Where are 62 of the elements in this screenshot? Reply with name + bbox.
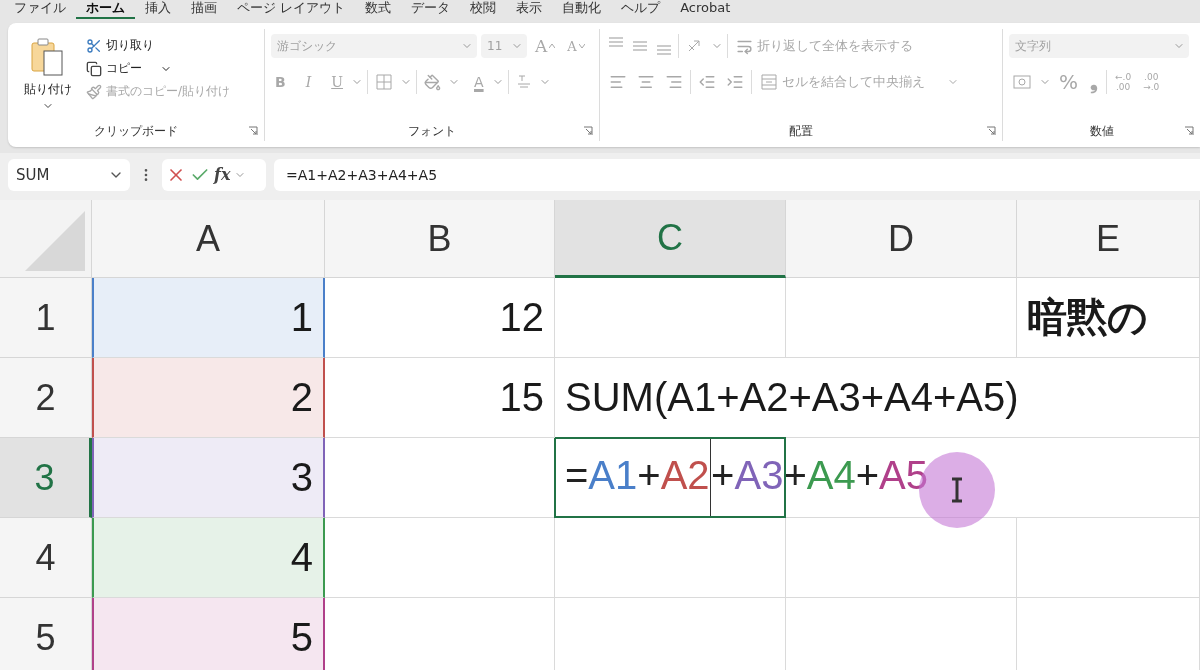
- formula-token: +: [637, 452, 661, 497]
- column-header[interactable]: E: [1017, 200, 1200, 278]
- launcher-icon[interactable]: [583, 126, 593, 136]
- menu-tab[interactable]: 校閲: [460, 0, 507, 19]
- launcher-icon[interactable]: [248, 126, 258, 136]
- caret-down-icon: [578, 44, 585, 48]
- launcher-icon[interactable]: [1184, 126, 1194, 136]
- formula-token: A3: [734, 452, 784, 497]
- name-box[interactable]: SUM: [8, 158, 130, 191]
- formula-token: A4: [806, 452, 856, 497]
- row-header[interactable]: 4: [0, 518, 92, 598]
- copy-icon: [86, 60, 102, 77]
- column-header[interactable]: A: [92, 200, 325, 278]
- formula-token: A1: [588, 452, 638, 497]
- cell-text: SUM(A1+A2+A3+A4+A5): [565, 375, 1019, 420]
- formula-token: A2: [660, 452, 710, 497]
- menu-tab[interactable]: ファイル: [4, 0, 76, 19]
- menu-tab[interactable]: 自動化: [552, 0, 612, 19]
- paste-button[interactable]: 貼り付け: [14, 31, 82, 121]
- row-header[interactable]: 1: [0, 278, 92, 358]
- group-label: 数値: [1089, 122, 1114, 140]
- group-label: フォント: [408, 122, 456, 140]
- launcher-icon[interactable]: [986, 126, 996, 136]
- menu-tab[interactable]: ページ レイアウト: [227, 0, 356, 19]
- formula-token: +: [711, 452, 735, 497]
- table-cell: 15: [325, 358, 555, 438]
- table-cell: 暗黙の: [1017, 278, 1200, 358]
- column-header[interactable]: B: [325, 200, 555, 278]
- merge-cells-icon: [760, 73, 778, 91]
- scissors-icon: [86, 37, 102, 54]
- group-label: クリップボード: [94, 122, 178, 140]
- table-cell: 5: [92, 598, 325, 670]
- menu-tab[interactable]: ヘルプ: [611, 0, 671, 19]
- table-cell: 1: [92, 278, 325, 358]
- formula-token: A5: [879, 452, 928, 497]
- menu-tab[interactable]: 挿入: [135, 0, 181, 19]
- table-cell: 4: [92, 518, 325, 598]
- table-cell: 3: [92, 438, 325, 518]
- formula-token: +: [855, 452, 880, 497]
- row-header[interactable]: 3: [0, 438, 92, 518]
- select-all-corner[interactable]: [0, 200, 92, 278]
- column-header[interactable]: D: [786, 200, 1017, 278]
- formula-token: =: [565, 452, 589, 497]
- insert-function-button[interactable]: fx: [214, 165, 231, 184]
- group-label: 配置: [789, 122, 813, 140]
- paintbrush-icon: [86, 83, 102, 100]
- caret-up-icon: [549, 44, 556, 48]
- menu-tab[interactable]: 描画: [181, 0, 227, 19]
- table-cell: 12: [325, 278, 555, 358]
- menu-tab[interactable]: 表示: [506, 0, 553, 19]
- text-cursor-icon: [950, 477, 964, 503]
- formula-token: +: [783, 452, 807, 497]
- menu-tab[interactable]: データ: [401, 0, 461, 19]
- formula-field[interactable]: =A1+A2+A3+A4+A5: [274, 158, 1200, 191]
- row-header[interactable]: 2: [0, 358, 92, 438]
- column-header[interactable]: C: [555, 200, 786, 278]
- row-header[interactable]: 5: [0, 598, 92, 670]
- cut-button[interactable]: 切り取り: [82, 35, 235, 56]
- menu-tab[interactable]: Acrobat: [670, 0, 741, 19]
- copy-button[interactable]: コピー: [82, 58, 235, 79]
- menu-tab[interactable]: 数式: [355, 0, 402, 19]
- table-cell: 2: [92, 358, 325, 438]
